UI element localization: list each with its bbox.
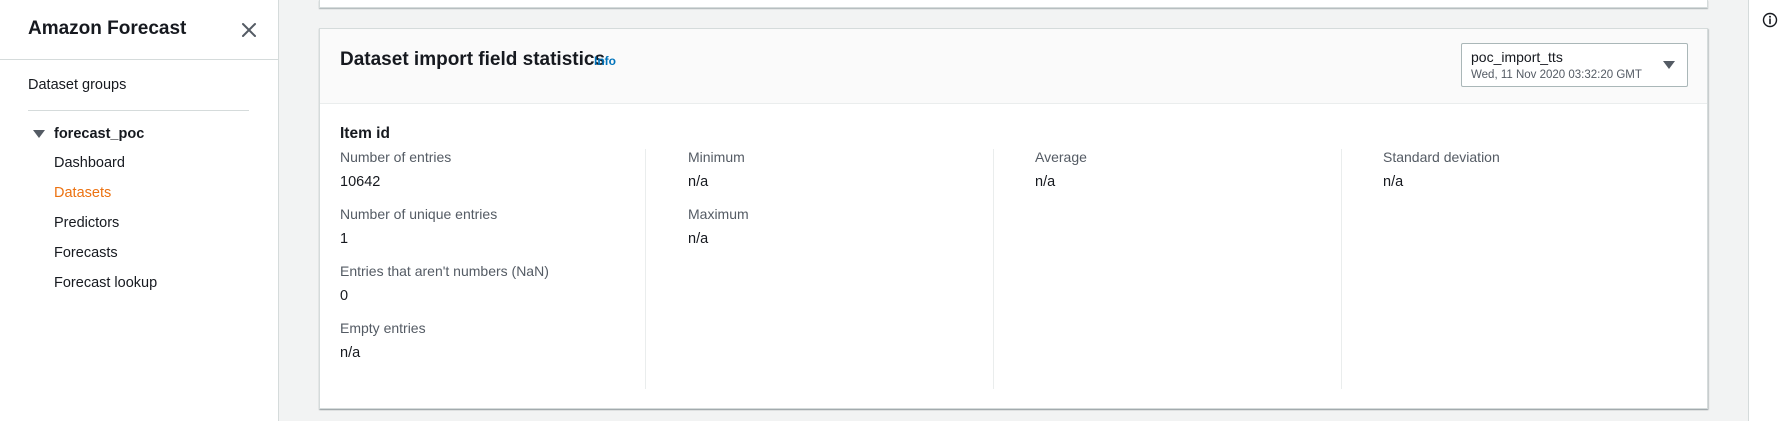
caret-down-icon [1663,61,1675,69]
stat-value: n/a [1383,174,1404,190]
info-circle-icon[interactable] [1762,12,1778,28]
stat-average: Average n/a [1035,149,1087,190]
stats-column-4: Standard deviation n/a [1383,149,1668,389]
import-job-select-timestamp: Wed, 11 Nov 2020 03:32:20 GMT [1471,69,1642,81]
stats-column-1: Number of entries 10642 Number of unique… [340,149,625,389]
dataset-group-toggle[interactable]: forecast_poc [33,126,144,142]
stat-label: Maximum [688,206,749,222]
column-divider [993,149,994,389]
nav-item-forecast-lookup[interactable]: Forecast lookup [54,275,157,291]
stat-value: n/a [688,231,709,247]
previous-card-edge [319,0,1708,8]
stat-number-of-entries: Number of entries 10642 [340,149,451,190]
stat-value: n/a [1035,174,1056,190]
stat-maximum: Maximum n/a [688,206,749,247]
stat-label: Entries that aren't numbers (NaN) [340,263,549,279]
help-panel-gutter [1748,0,1786,421]
nav-item-forecasts[interactable]: Forecasts [54,245,118,261]
stat-value: 0 [340,288,349,304]
stat-label: Standard deviation [1383,149,1500,165]
field-name-heading: Item id [340,125,390,142]
stat-number-of-unique-entries: Number of unique entries 1 [340,206,497,247]
stat-label: Number of entries [340,149,452,165]
card-header: Dataset import field statistics Info poc… [320,29,1707,104]
side-navigation: Amazon Forecast Dataset groups forecast_… [0,0,279,421]
stat-label: Average [1035,149,1087,165]
column-divider [645,149,646,389]
info-link[interactable]: Info [594,54,616,68]
caret-down-icon [33,130,45,138]
card-title: Dataset import field statistics [340,49,606,70]
stat-value: 1 [340,231,349,247]
stats-column-3: Average n/a [1035,149,1320,389]
stat-label: Number of unique entries [340,206,498,222]
nav-item-predictors[interactable]: Predictors [54,215,119,231]
stat-label: Empty entries [340,320,426,336]
dataset-group-name: forecast_poc [54,126,145,142]
import-job-select[interactable]: poc_import_tts Wed, 11 Nov 2020 03:32:20… [1461,43,1688,87]
field-statistics-card: Dataset import field statistics Info poc… [319,28,1708,409]
nav-divider [28,110,249,111]
stats-column-2: Minimum n/a Maximum n/a [688,149,973,389]
stat-label: Minimum [688,149,745,165]
forecast-console-page: Amazon Forecast Dataset groups forecast_… [0,0,1786,421]
sidebar-title: Amazon Forecast [28,18,187,39]
nav-item-dashboard[interactable]: Dashboard [54,155,125,171]
stat-empty-entries: Empty entries n/a [340,320,426,361]
close-icon[interactable] [238,19,260,41]
nav-item-datasets[interactable]: Datasets [54,185,111,201]
main-content: Dataset import field statistics Info poc… [280,0,1748,421]
stat-value: 10642 [340,174,381,190]
stat-minimum: Minimum n/a [688,149,745,190]
sidebar-header: Amazon Forecast [0,0,278,60]
stat-standard-deviation: Standard deviation n/a [1383,149,1500,190]
column-divider [1341,149,1342,389]
nav-dataset-groups[interactable]: Dataset groups [28,77,126,93]
stat-value: n/a [688,174,709,190]
stat-nan-entries: Entries that aren't numbers (NaN) 0 [340,263,549,304]
stat-value: n/a [340,345,361,361]
import-job-select-value: poc_import_tts [1471,49,1563,65]
